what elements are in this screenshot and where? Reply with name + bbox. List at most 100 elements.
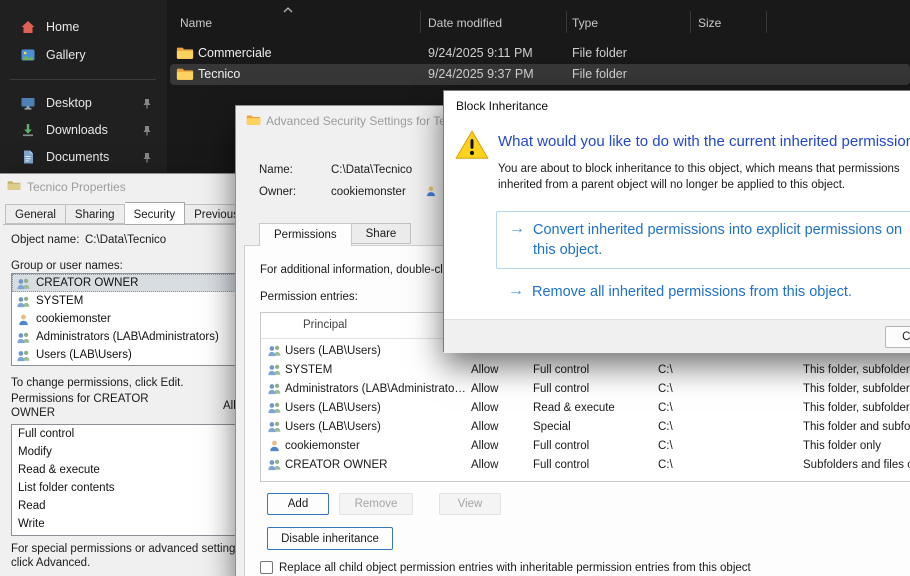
group-icon [267, 363, 282, 376]
cell-inherited-from: C:\ [658, 364, 673, 376]
cell-access: Full control [533, 440, 589, 452]
desktop-icon [20, 95, 36, 111]
column-header-size[interactable]: Size [698, 16, 721, 30]
disable-inheritance-button[interactable]: Disable inheritance [267, 527, 393, 550]
view-button[interactable]: View [439, 493, 501, 515]
cell-access: Read & execute [533, 402, 615, 414]
column-header-date-modified[interactable]: Date modified [428, 16, 502, 30]
folder-icon [176, 46, 194, 60]
sidebar-divider [10, 79, 156, 80]
group-item-label: cookiemonster [36, 313, 111, 325]
sidebar-item-label: Gallery [46, 48, 86, 62]
group-item-label: CREATOR OWNER [36, 277, 138, 289]
remove-permissions-command-link[interactable]: → Remove all inherited permissions from … [496, 279, 910, 305]
group-icon [267, 420, 282, 433]
remove-button[interactable]: Remove [339, 493, 413, 515]
column-header-type[interactable]: Type [572, 16, 598, 30]
block-dialog-footer: Cancel [444, 319, 910, 353]
file-date: 9/24/2025 9:37 PM [428, 67, 534, 81]
cell-type: Allow [471, 459, 498, 471]
pin-icon [142, 98, 152, 109]
sidebar-item-downloads[interactable]: Downloads [8, 117, 160, 143]
group-icon [16, 349, 31, 362]
file-row[interactable]: Commerciale 9/24/2025 9:11 PM File folde… [170, 43, 910, 64]
cell-applies-to: This folder, subfolders and files [803, 402, 910, 414]
column-divider[interactable] [420, 11, 421, 33]
file-date: 9/24/2025 9:11 PM [428, 46, 533, 60]
cell-access: Special [533, 421, 571, 433]
cell-type: Allow [471, 364, 498, 376]
pin-icon [142, 152, 152, 163]
cell-type: Allow [471, 402, 498, 414]
user-icon [424, 185, 438, 197]
add-button[interactable]: Add [267, 493, 329, 515]
sidebar-item-documents[interactable]: Documents [8, 144, 160, 170]
replace-checkbox[interactable] [260, 561, 273, 574]
group-icon [16, 295, 31, 308]
command-link-label: this object. [533, 240, 602, 260]
gallery-icon [20, 47, 36, 63]
column-divider[interactable] [566, 11, 567, 33]
object-name-label: Object name: [11, 234, 79, 246]
table-row[interactable]: CREATOR OWNER Allow Full control C:\ Sub… [261, 456, 910, 475]
folder-icon [246, 114, 261, 126]
sidebar-item-label: Downloads [46, 123, 108, 137]
convert-permissions-command-link[interactable]: → Convert inherited permissions into exp… [496, 211, 910, 269]
cell-type: Allow [471, 440, 498, 452]
file-row-selected[interactable]: Tecnico 9/24/2025 9:37 PM File folder [170, 64, 910, 85]
table-row[interactable]: cookiemonster Allow Full control C:\ Thi… [261, 437, 910, 456]
table-row[interactable]: SYSTEM Allow Full control C:\ This folde… [261, 361, 910, 380]
sidebar-item-desktop[interactable]: Desktop [8, 90, 160, 116]
cell-principal: Users (LAB\Users) [285, 345, 381, 357]
sidebar-item-gallery[interactable]: Gallery [8, 42, 160, 68]
table-row[interactable]: Users (LAB\Users) Allow Special C:\ This… [261, 418, 910, 437]
cell-applies-to: This folder only [803, 440, 881, 452]
group-icon [267, 401, 282, 414]
name-label: Name: [259, 164, 293, 176]
permission-entries-label: Permission entries: [260, 291, 358, 303]
block-body-line2: inherited from a parent object will no l… [498, 179, 845, 191]
block-heading: What would you like to do with the curre… [498, 133, 910, 150]
column-header-principal[interactable]: Principal [303, 319, 347, 331]
group-item-label: Administrators (LAB\Administrators) [36, 331, 219, 343]
cell-access: Full control [533, 364, 589, 376]
arrow-right-icon: → [508, 282, 524, 300]
arrow-right-icon: → [509, 220, 525, 238]
tab-permissions[interactable]: Permissions [259, 223, 352, 246]
advanced-tabs: Permissions Share [259, 223, 411, 246]
cell-principal: Users (LAB\Users) [285, 402, 381, 414]
group-item-label: SYSTEM [36, 295, 83, 307]
dialog-title: Block Inheritance [456, 91, 548, 121]
cancel-button[interactable]: Cancel [885, 326, 910, 348]
tab-share[interactable]: Share [352, 223, 412, 244]
owner-label: Owner: [259, 186, 296, 198]
file-name: Tecnico [198, 67, 240, 81]
column-divider[interactable] [766, 11, 767, 33]
group-icon [267, 382, 282, 395]
file-name: Commerciale [198, 46, 272, 60]
table-row[interactable]: Administrators (LAB\Administrators) Allo… [261, 380, 910, 399]
sidebar-item-home[interactable]: Home [8, 14, 160, 40]
screen: Home Gallery Desktop Downloads Documents [0, 0, 910, 576]
folder-icon [176, 67, 194, 81]
column-header-name[interactable]: Name [180, 16, 212, 30]
column-divider[interactable] [690, 11, 691, 33]
cell-applies-to: This folder and subfolders [803, 421, 910, 433]
cell-type: Allow [471, 421, 498, 433]
warning-icon [454, 129, 490, 161]
block-body-line1: You are about to block inheritance to th… [498, 163, 900, 175]
cell-inherited-from: C:\ [658, 383, 673, 395]
tab-general[interactable]: General [5, 204, 66, 224]
file-type: File folder [572, 46, 627, 60]
file-type: File folder [572, 67, 627, 81]
cell-principal: Users (LAB\Users) [285, 421, 381, 433]
permissions-for-label: Permissions for CREATOR OWNER [11, 392, 179, 420]
tab-sharing[interactable]: Sharing [66, 204, 125, 224]
tab-security[interactable]: Security [125, 202, 186, 225]
edit-hint: To change permissions, click Edit. [11, 377, 184, 389]
cell-inherited-from: C:\ [658, 421, 673, 433]
cell-access: Full control [533, 383, 589, 395]
block-titlebar[interactable]: Block Inheritance [444, 91, 910, 121]
table-row[interactable]: Users (LAB\Users) Allow Read & execute C… [261, 399, 910, 418]
folder-icon [7, 180, 21, 191]
